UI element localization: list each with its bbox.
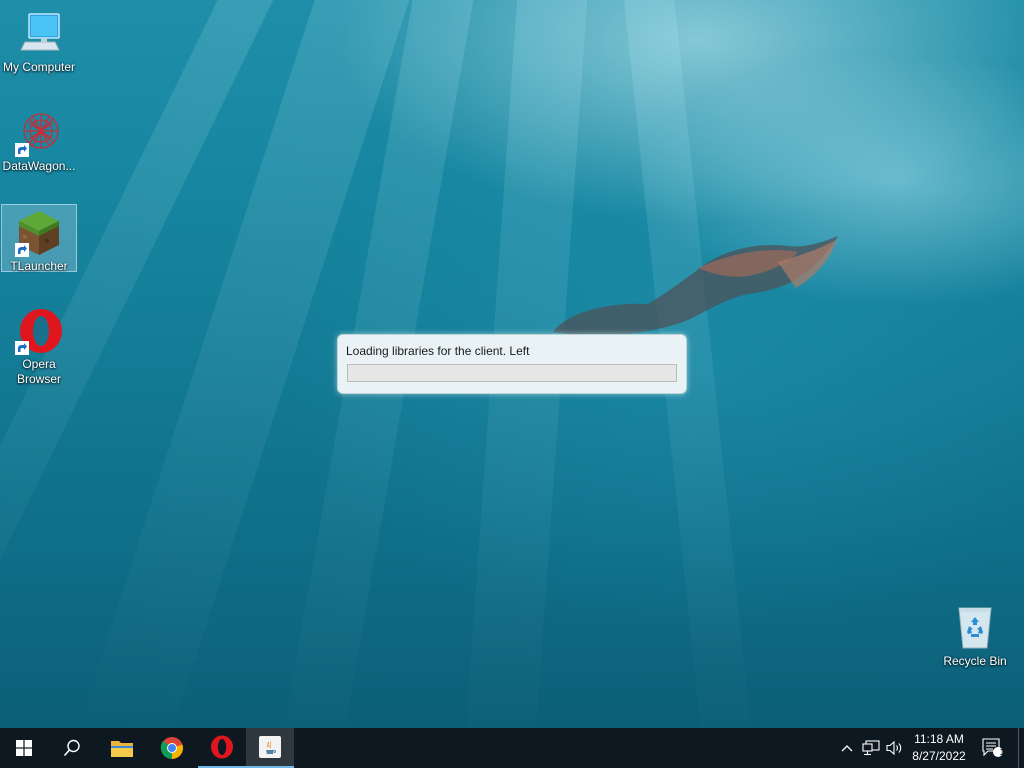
desktop[interactable]: My Computer DataWagon... TLauncher Opera… xyxy=(0,0,1024,728)
show-desktop-button[interactable] xyxy=(1018,728,1019,768)
desktop-icon-datawagon[interactable]: DataWagon... xyxy=(1,105,77,174)
network-icon xyxy=(862,740,880,756)
computer-icon xyxy=(15,10,63,58)
taskbar-java[interactable] xyxy=(246,728,294,768)
desktop-icon-tlauncher[interactable]: TLauncher xyxy=(1,204,77,273)
start-button[interactable] xyxy=(0,728,48,768)
chrome-icon xyxy=(160,737,183,759)
folder-icon xyxy=(111,741,133,757)
shortcut-arrow-icon xyxy=(15,341,29,355)
notification-badge: 1 xyxy=(999,747,1005,757)
progress-bar xyxy=(347,364,677,382)
opera-icon xyxy=(15,307,63,355)
taskbar-opera[interactable] xyxy=(198,728,246,768)
icon-label: TLauncher xyxy=(10,259,68,273)
clock-time: 11:18 AM xyxy=(914,732,964,746)
tlauncher-icon xyxy=(15,209,63,257)
shortcut-arrow-icon xyxy=(15,243,29,257)
loading-dialog: Loading libraries for the client. Left xyxy=(337,334,687,394)
datawagon-icon xyxy=(15,109,63,157)
java-icon xyxy=(259,736,281,758)
loading-message: Loading libraries for the client. Left xyxy=(346,344,530,358)
search-icon xyxy=(63,739,80,757)
chevron-up-icon xyxy=(841,745,853,752)
windows-logo-icon xyxy=(16,740,32,756)
desktop-icon-recycle-bin[interactable]: Recycle Bin xyxy=(937,600,1013,669)
recycle-bin-icon xyxy=(951,604,999,652)
opera-icon xyxy=(211,735,233,759)
tray-volume[interactable] xyxy=(884,728,906,768)
tray-show-hidden-icons[interactable] xyxy=(838,728,856,768)
tray-notifications[interactable]: 1 xyxy=(980,728,1006,768)
tray-network[interactable] xyxy=(860,728,882,768)
shortcut-arrow-icon xyxy=(15,143,29,157)
icon-label: DataWagon... xyxy=(2,159,76,173)
volume-icon xyxy=(886,740,902,756)
search-button[interactable] xyxy=(48,728,96,768)
desktop-icon-my-computer[interactable]: My Computer xyxy=(1,6,77,75)
taskbar-file-explorer[interactable] xyxy=(98,728,146,768)
icon-label: My Computer xyxy=(2,60,76,74)
clock-date: 8/27/2022 xyxy=(912,749,966,763)
tray-clock[interactable]: 11:18 AM 8/27/2022 xyxy=(906,731,972,765)
icon-label: Opera Browser xyxy=(16,357,61,386)
taskbar-chrome[interactable] xyxy=(148,728,196,768)
desktop-icon-opera-browser[interactable]: Opera Browser xyxy=(1,303,77,387)
taskbar: 11:18 AM 8/27/2022 1 xyxy=(0,728,1024,768)
icon-label: Recycle Bin xyxy=(943,654,1007,668)
swimmer-silhouette xyxy=(553,236,838,336)
